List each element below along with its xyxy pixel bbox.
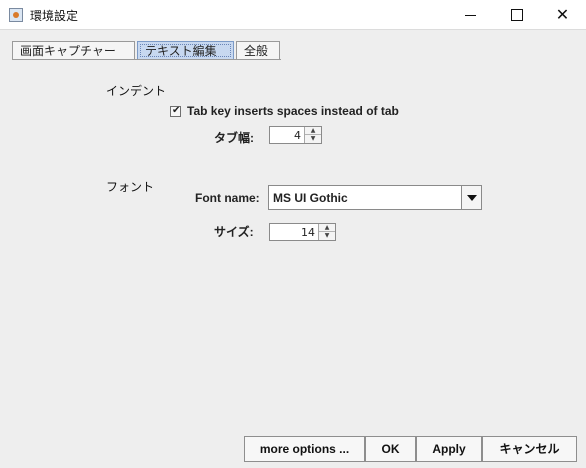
font-size-label: サイズ:: [214, 225, 254, 239]
tab-divider: [12, 59, 281, 60]
window-title: 環境設定: [30, 9, 79, 23]
focus-outline: [140, 44, 231, 57]
font-size-value[interactable]: 14: [301, 226, 315, 239]
apply-button[interactable]: Apply: [416, 436, 482, 462]
tab-width-value[interactable]: 4: [294, 129, 301, 142]
insert-spaces-checkbox[interactable]: ✔: [170, 105, 181, 117]
title-bar: 環境設定 ✕: [0, 0, 586, 30]
font-name-dropdown[interactable]: MS UI Gothic: [268, 185, 482, 210]
more-options-button[interactable]: more options ...: [244, 436, 365, 462]
chevron-up-icon: ▲: [324, 224, 330, 231]
tab-width-spinner[interactable]: 4 ▲ ▼: [269, 126, 322, 144]
ok-button[interactable]: OK: [365, 436, 416, 462]
indent-section-title: インデント: [106, 84, 167, 98]
tab-general-label: 全般: [244, 44, 269, 58]
maximize-button[interactable]: [494, 0, 539, 30]
minimize-icon: [465, 15, 476, 16]
font-size-increment-button[interactable]: ▲: [319, 224, 335, 232]
check-icon: ✔: [172, 105, 181, 116]
font-size-decrement-button[interactable]: ▼: [319, 232, 335, 240]
minimize-button[interactable]: [448, 0, 493, 30]
close-icon: ✕: [555, 5, 570, 24]
tab-width-decrement-button[interactable]: ▼: [305, 135, 321, 143]
chevron-down-icon: ▼: [310, 135, 316, 142]
insert-spaces-label[interactable]: Tab key inserts spaces instead of tab: [187, 104, 399, 118]
close-button[interactable]: ✕: [540, 0, 585, 30]
maximize-icon: [511, 9, 523, 21]
chevron-up-icon: ▲: [310, 127, 316, 134]
chevron-down-icon: ▼: [324, 232, 330, 239]
tab-text-editing[interactable]: テキスト編集: [137, 41, 234, 60]
font-size-spinner-buttons: ▲ ▼: [318, 224, 335, 240]
app-icon: [9, 8, 23, 22]
tab-general[interactable]: 全般: [236, 41, 280, 60]
tab-screen-capture-label: 画面キャプチャー: [20, 44, 116, 58]
tab-width-spinner-buttons: ▲ ▼: [304, 127, 321, 143]
cancel-button[interactable]: キャンセル: [482, 436, 577, 462]
tab-screen-capture[interactable]: 画面キャプチャー: [12, 41, 135, 60]
font-section-title: フォント: [106, 180, 155, 194]
font-size-spinner[interactable]: 14 ▲ ▼: [269, 223, 336, 241]
tab-width-label: タブ幅:: [214, 131, 254, 145]
dropdown-arrow-icon[interactable]: [461, 186, 481, 209]
font-name-label: Font name:: [195, 191, 260, 205]
tab-width-increment-button[interactable]: ▲: [305, 127, 321, 135]
font-name-value: MS UI Gothic: [273, 191, 348, 205]
